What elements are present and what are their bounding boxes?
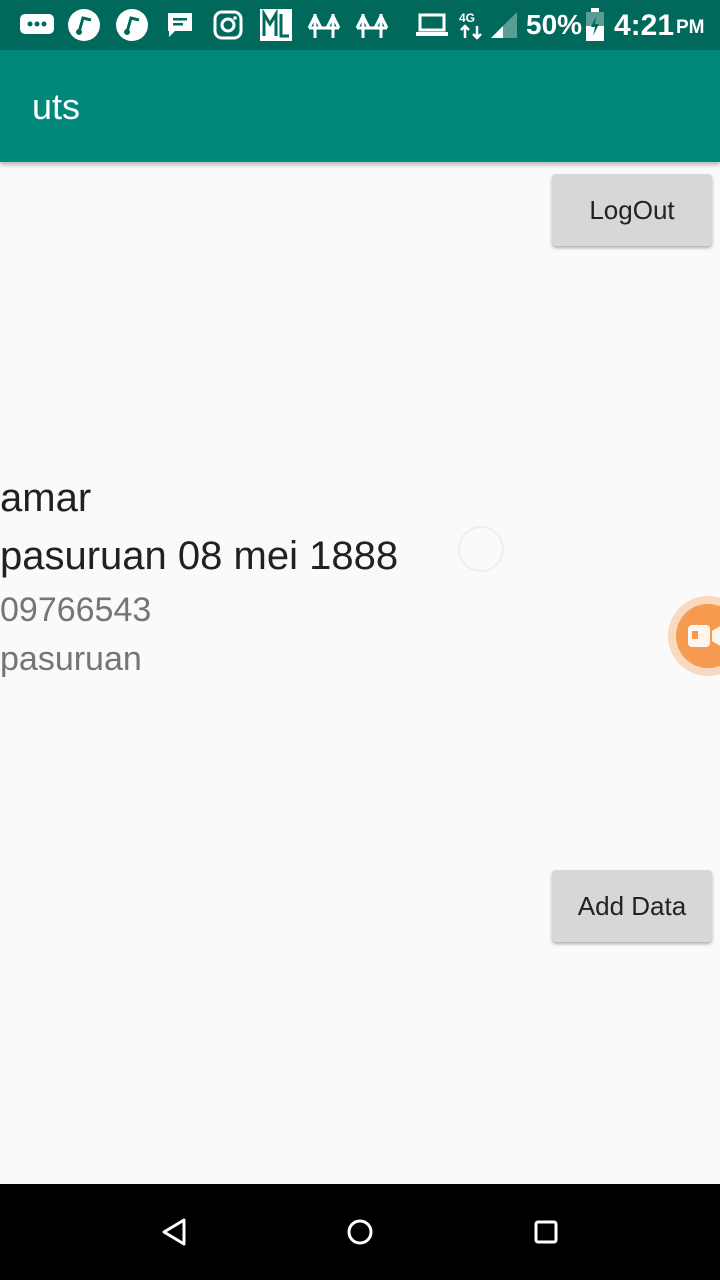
data-icon: 4G	[458, 8, 484, 42]
signal-icon	[488, 8, 520, 42]
record-city: pasuruan	[0, 640, 142, 678]
recorder-icon[interactable]	[676, 604, 720, 668]
clock-ampm: PM	[676, 17, 705, 38]
record-phone: 09766543	[0, 591, 152, 629]
music-icon	[66, 8, 102, 42]
record-name: amar	[0, 476, 92, 520]
chat-icon	[164, 8, 196, 42]
navigation-bar	[0, 1184, 720, 1280]
home-icon[interactable]	[342, 1214, 378, 1250]
app-bar: uts	[0, 50, 720, 162]
laptop-icon	[414, 8, 450, 42]
logout-button[interactable]: LogOut	[552, 174, 712, 246]
music-icon	[114, 8, 150, 42]
back-icon[interactable]	[156, 1214, 192, 1250]
message-icon	[18, 8, 56, 42]
battery-percent: 50%	[526, 9, 583, 40]
record-birth: pasuruan 08 mei 1888	[0, 534, 399, 578]
battery-icon	[584, 8, 606, 42]
bridge-icon	[306, 8, 342, 42]
status-bar: 4G 50% 4:21 PM	[0, 0, 720, 50]
svg-text:4G: 4G	[459, 11, 475, 25]
instagram-icon	[212, 8, 244, 42]
app-title: uts	[32, 86, 81, 127]
ml-icon	[258, 8, 294, 42]
recents-icon[interactable]	[528, 1214, 564, 1250]
floating-recorder-bubble[interactable]	[668, 596, 720, 676]
add-data-button[interactable]: Add Data	[552, 870, 712, 942]
touch-indicator	[458, 526, 504, 572]
clock-time: 4:21	[614, 9, 675, 42]
bridge-icon	[354, 8, 390, 42]
